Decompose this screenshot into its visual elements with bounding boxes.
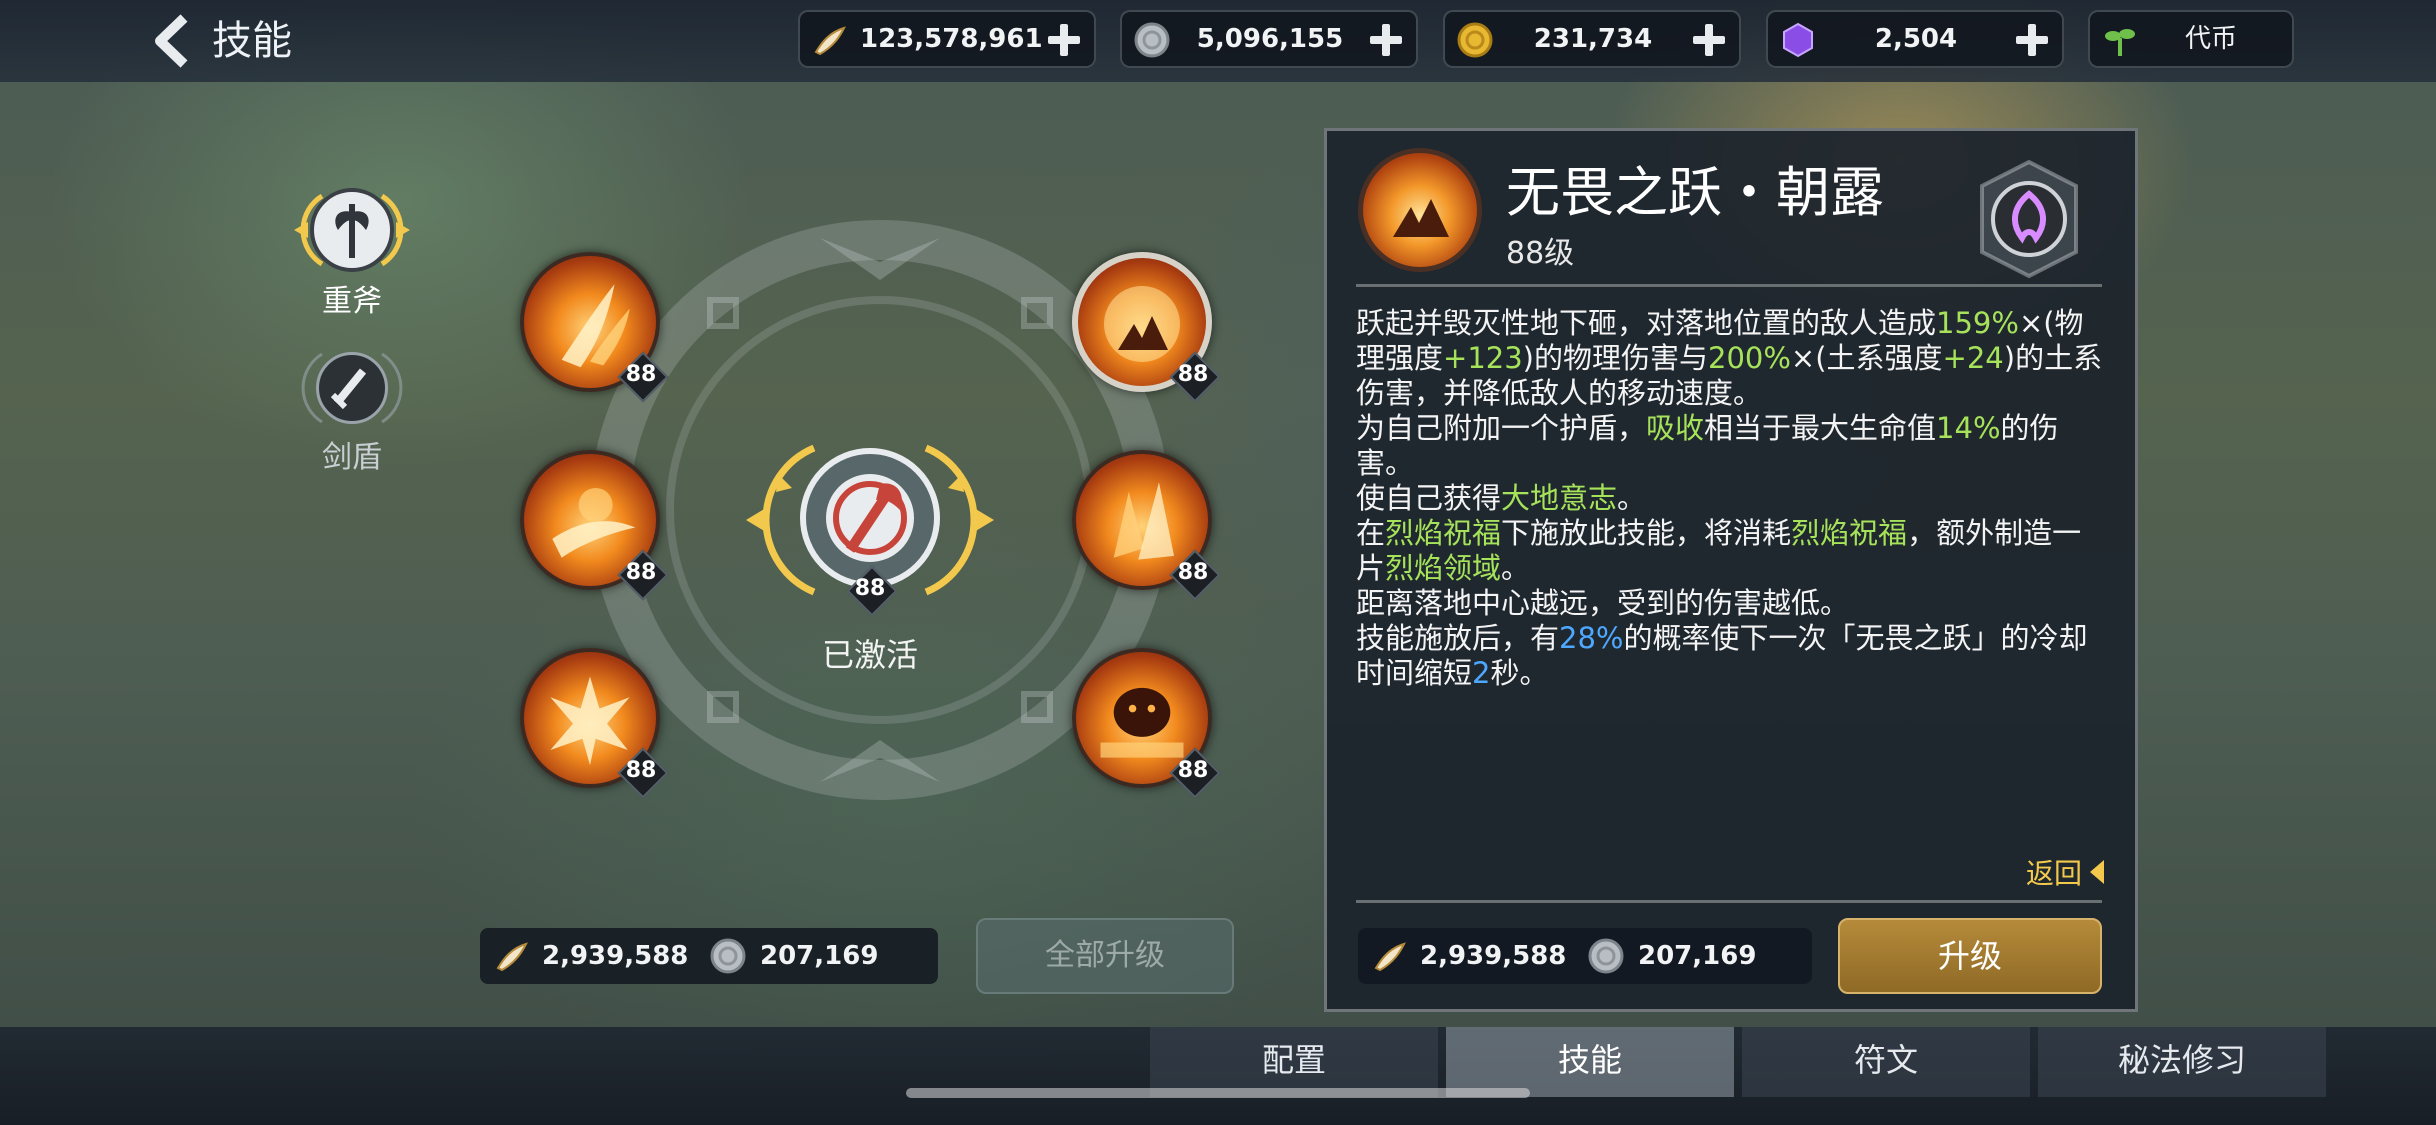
horn-icon [814, 26, 846, 56]
currency-gold: 231,734 [1443, 10, 1741, 68]
weapon-label-heavy-axe: 重斧 [322, 284, 382, 319]
chevron-left-icon [155, 14, 188, 68]
total-cost-silver: 207,169 [760, 941, 879, 971]
skill-level-badge: 88 [617, 549, 669, 601]
back-button[interactable] [150, 14, 196, 68]
weapon-label-sword-shield: 剑盾 [322, 440, 382, 475]
upgrade-button[interactable]: 升级 [1838, 918, 2102, 994]
desc-line: 跃起并毁灭性地下砸，对落地位置的敌人造成159%×(物理强度+123)的物理伤害… [1356, 306, 2103, 410]
desc-line: 为自己附加一个护盾，吸收相当于最大生命值14%的伤害。 [1356, 411, 2059, 480]
keyword-flame-field[interactable]: 烈焰领域 [1385, 551, 1501, 585]
upgrade-cost-silver: 207,169 [1638, 941, 1757, 971]
activated-status: 已激活 [821, 636, 918, 674]
skill-level-badge: 88 [1169, 747, 1221, 799]
currency-gem-value: 2,504 [1874, 24, 1958, 54]
desc-line: 使自己获得大地意志。 [1356, 481, 1647, 515]
horn-icon [496, 942, 528, 972]
home-indicator[interactable] [906, 1088, 1530, 1098]
add-gem-button[interactable] [2016, 24, 2048, 56]
page-title: 技能 [212, 18, 292, 64]
core-level-badge: 88 [846, 565, 898, 617]
currency-token[interactable]: 代币 [2088, 10, 2294, 68]
detail-skill-icon [1358, 148, 1482, 272]
keyword-flame-blessing[interactable]: 烈焰祝福 [1791, 516, 1907, 550]
purple-gem-icon [1783, 22, 1813, 58]
upgrade-all-button[interactable]: 全部升级 [976, 918, 1234, 994]
weapon-sword-shield[interactable]: 剑盾 [282, 340, 422, 475]
ground-smash-icon [1393, 199, 1449, 237]
axe-icon [310, 188, 394, 272]
weapon-heavy-axe[interactable]: 重斧 [282, 182, 422, 319]
sprout-icon [2105, 29, 2135, 56]
skill-level-badge: 88 [1169, 549, 1221, 601]
currency-silver: 5,096,155 [1120, 10, 1418, 68]
currency-gold-value: 231,734 [1533, 24, 1653, 54]
currency-gem: 2,504 [1766, 10, 2064, 68]
gold-coin-icon [1457, 22, 1493, 58]
silver-coin-icon [1134, 22, 1170, 58]
skill-description: 跃起并毁灭性地下砸，对落地位置的敌人造成159%×(物理强度+123)的物理伤害… [1356, 306, 2108, 691]
skill-level-badge: 88 [1169, 351, 1221, 403]
total-cost-horn: 2,939,588 [542, 941, 689, 971]
add-horn-button[interactable] [1048, 24, 1080, 56]
add-gold-button[interactable] [1693, 24, 1725, 56]
skill-level-badge: 88 [617, 747, 669, 799]
return-link[interactable]: 返回 [2026, 852, 2082, 892]
silver-coin-icon [710, 938, 746, 974]
keyword-absorb[interactable]: 吸收 [1646, 411, 1704, 445]
total-cost-bar: 2,939,588 207,169 [480, 928, 938, 984]
keyword-earth-will[interactable]: 大地意志 [1501, 481, 1617, 515]
desc-line: 在烈焰祝福下施放此技能，将消耗烈焰祝福，额外制造一片烈焰领域。 [1356, 516, 2082, 585]
tab-skills[interactable]: 技能 [1446, 1027, 1734, 1097]
skill-level: 88级 [1506, 236, 1575, 271]
keyword-flame-blessing[interactable]: 烈焰祝福 [1385, 516, 1501, 550]
caret-left-icon[interactable] [2090, 860, 2104, 884]
currency-token-label: 代币 [2184, 24, 2237, 54]
silver-coin-icon [1588, 938, 1624, 974]
horn-icon [1374, 942, 1406, 972]
upgrade-cost-bar: 2,939,588 207,169 [1358, 928, 1812, 984]
tab-config[interactable]: 配置 [1150, 1027, 1438, 1097]
element-emblem-icon [1980, 159, 2078, 279]
add-silver-button[interactable] [1370, 24, 1402, 56]
sword-icon [316, 352, 388, 424]
axe-core-icon [826, 474, 914, 562]
currency-silver-value: 5,096,155 [1196, 24, 1344, 54]
desc-line: 技能施放后，有28%的概率使下一次「无畏之跃」的冷却时间缩短2秒。 [1356, 621, 2088, 690]
currency-horn: 123,578,961 [798, 10, 1096, 68]
tab-runes[interactable]: 符文 [1742, 1027, 2030, 1097]
tab-arcane-training[interactable]: 秘法修习 [2038, 1027, 2326, 1097]
desc-line: 距离落地中心越远，受到的伤害越低。 [1356, 586, 1850, 620]
upgrade-cost-horn: 2,939,588 [1420, 941, 1567, 971]
panel-divider [1356, 284, 2102, 287]
skill-name: 无畏之跃・朝露 [1506, 161, 1884, 224]
panel-divider [1356, 900, 2102, 903]
currency-horn-value: 123,578,961 [860, 24, 1043, 54]
skill-level-badge: 88 [617, 351, 669, 403]
